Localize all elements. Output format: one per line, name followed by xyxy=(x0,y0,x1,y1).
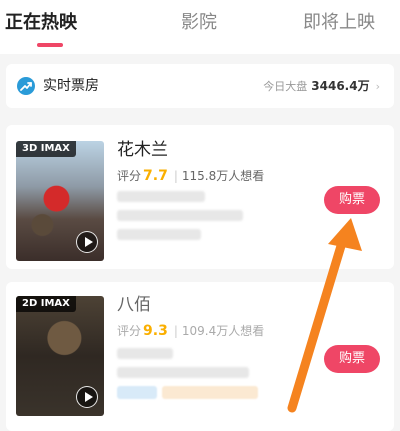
buy-ticket-button[interactable]: 购票 xyxy=(324,186,380,214)
movie-title[interactable]: 八佰 xyxy=(117,294,151,316)
movie-card[interactable]: 3D IMAX 花木兰 评分 7.7 | 115.8万人想看 购票 xyxy=(6,125,394,269)
blurred-cast-line xyxy=(117,367,249,378)
blurred-showtime-line xyxy=(117,229,201,240)
blurred-director-line xyxy=(117,348,173,359)
blurred-tag xyxy=(117,386,157,399)
tab-cinema[interactable]: 影院 xyxy=(181,10,217,36)
movie-rating: 评分 7.7 | 115.8万人想看 xyxy=(117,167,264,185)
top-tab-bar: 正在热映 影院 即将上映 xyxy=(0,0,400,54)
today-gross-value: 3446.4万 xyxy=(311,79,370,93)
divider: | xyxy=(173,169,178,183)
trend-icon xyxy=(17,77,35,95)
buy-ticket-button[interactable]: 购票 xyxy=(324,345,380,373)
want-to-watch-count: 115.8万人想看 xyxy=(181,169,265,183)
rating-label: 评分 xyxy=(117,324,142,338)
movie-poster[interactable]: 2D IMAX xyxy=(16,296,104,416)
blurred-promo-tag xyxy=(162,386,258,399)
box-office-title: 实时票房 xyxy=(43,78,99,94)
tab-coming-soon[interactable]: 即将上映 xyxy=(303,10,375,36)
format-badge: 3D IMAX xyxy=(16,141,76,157)
rating-score: 7.7 xyxy=(143,168,168,184)
blurred-cast-line xyxy=(117,210,243,221)
movie-card[interactable]: 2D IMAX 八佰 评分 9.3 | 109.4万人想看 购票 xyxy=(6,282,394,431)
tab-now-showing[interactable]: 正在热映 xyxy=(5,10,77,36)
blurred-director-line xyxy=(117,191,205,202)
want-to-watch-count: 109.4万人想看 xyxy=(181,324,265,338)
box-office-summary: 今日大盘 3446.4万 › xyxy=(263,77,380,96)
play-trailer-icon[interactable] xyxy=(76,231,98,253)
rating-score: 9.3 xyxy=(143,323,168,339)
divider: | xyxy=(173,324,178,338)
movie-title[interactable]: 花木兰 xyxy=(117,139,168,161)
play-trailer-icon[interactable] xyxy=(76,386,98,408)
realtime-box-office-row[interactable]: 实时票房 今日大盘 3446.4万 › xyxy=(6,64,394,108)
movie-poster[interactable]: 3D IMAX xyxy=(16,141,104,261)
active-tab-indicator xyxy=(37,43,63,47)
today-gross-label: 今日大盘 xyxy=(263,80,308,93)
format-badge: 2D IMAX xyxy=(16,296,76,312)
movie-rating: 评分 9.3 | 109.4万人想看 xyxy=(117,322,264,340)
rating-label: 评分 xyxy=(117,169,142,183)
chevron-right-icon: › xyxy=(375,80,380,93)
